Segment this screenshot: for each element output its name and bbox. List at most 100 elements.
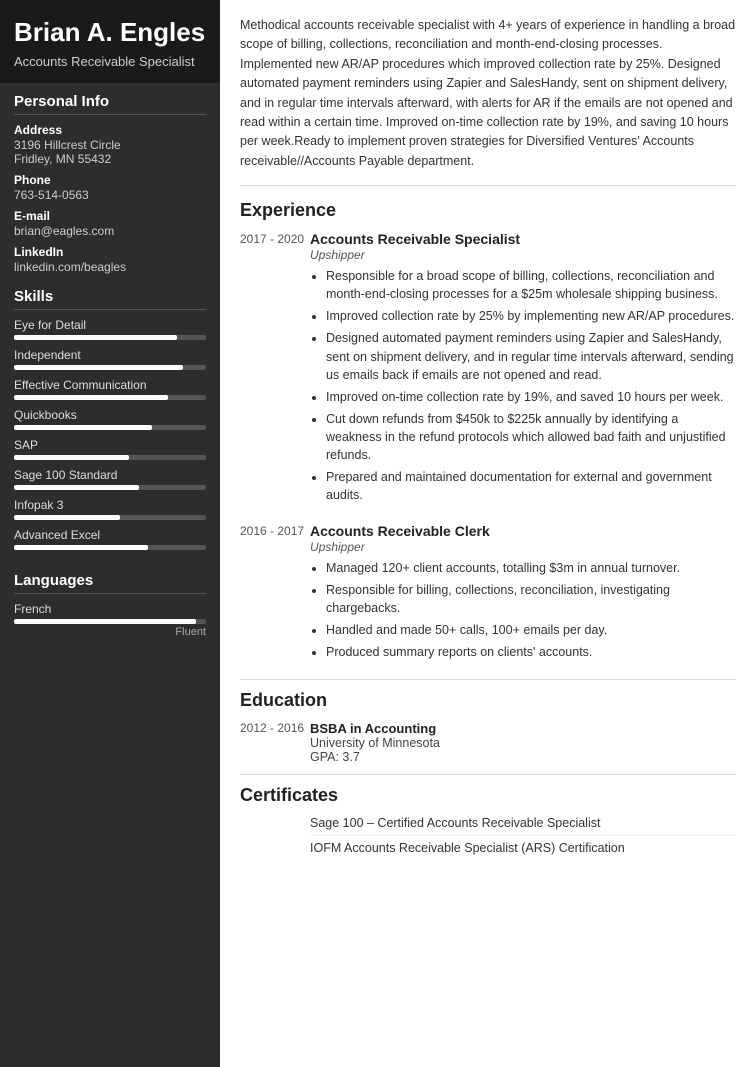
skill-bar-bg	[14, 515, 206, 520]
job-company: Upshipper	[310, 248, 736, 262]
linkedin-value: linkedin.com/beagles	[14, 260, 206, 274]
skill-name: Effective Communication	[14, 378, 206, 392]
job-bullets: Responsible for a broad scope of billing…	[310, 267, 736, 505]
skill-bar-fill	[14, 545, 148, 550]
edu-dates: 2012 - 2016	[240, 721, 310, 764]
bullet-item: Prepared and maintained documentation fo…	[326, 468, 736, 504]
skill-bar-fill	[14, 485, 139, 490]
bullet-item: Managed 120+ client accounts, totalling …	[326, 559, 736, 577]
languages-section: Languages French Fluent	[0, 562, 220, 646]
edu-divider	[240, 679, 736, 680]
bullet-item: Improved on-time collection rate by 19%,…	[326, 388, 736, 406]
address-label: Address	[14, 123, 206, 137]
certificates-heading: Certificates	[240, 785, 736, 806]
cert-divider	[240, 774, 736, 775]
skill-bar-bg	[14, 395, 206, 400]
skill-bar-bg	[14, 545, 206, 550]
candidate-name: Brian A. Engles	[14, 18, 206, 48]
edu-content: BSBA in Accounting University of Minneso…	[310, 721, 736, 764]
skill-name: Eye for Detail	[14, 318, 206, 332]
skill-item: Eye for Detail	[14, 318, 206, 340]
skills-section: Skills Eye for Detail Independent Effect…	[0, 278, 220, 562]
education-list: 2012 - 2016 BSBA in Accounting Universit…	[240, 721, 736, 764]
language-bar-fill	[14, 619, 196, 624]
skill-bar-fill	[14, 455, 129, 460]
personal-info-section: Personal Info Address 3196 Hillcrest Cir…	[0, 83, 220, 278]
main-content: Methodical accounts receivable specialis…	[220, 0, 756, 1067]
skill-item: Quickbooks	[14, 408, 206, 430]
resume-container: Brian A. Engles Accounts Receivable Spec…	[0, 0, 756, 1067]
skills-list: Eye for Detail Independent Effective Com…	[14, 318, 206, 550]
language-name: French	[14, 602, 206, 616]
certificate-item: Sage 100 – Certified Accounts Receivable…	[310, 816, 736, 836]
job-item: 2017 - 2020 Accounts Receivable Speciali…	[240, 231, 736, 509]
job-bullets: Managed 120+ client accounts, totalling …	[310, 559, 736, 662]
skill-bar-fill	[14, 515, 120, 520]
sidebar: Brian A. Engles Accounts Receivable Spec…	[0, 0, 220, 1067]
skill-item: SAP	[14, 438, 206, 460]
bullet-item: Handled and made 50+ calls, 100+ emails …	[326, 621, 736, 639]
job-title: Accounts Receivable Clerk	[310, 523, 736, 539]
skill-item: Independent	[14, 348, 206, 370]
skills-heading: Skills	[14, 288, 206, 310]
certificates-list: Sage 100 – Certified Accounts Receivable…	[240, 816, 736, 860]
skill-bar-bg	[14, 365, 206, 370]
jobs-list: 2017 - 2020 Accounts Receivable Speciali…	[240, 231, 736, 665]
bullet-item: Responsible for a broad scope of billing…	[326, 267, 736, 303]
skill-name: Quickbooks	[14, 408, 206, 422]
bullet-item: Designed automated payment reminders usi…	[326, 329, 736, 383]
skill-bar-fill	[14, 365, 183, 370]
job-content: Accounts Receivable Specialist Upshipper…	[310, 231, 736, 509]
education-section: Education 2012 - 2016 BSBA in Accounting…	[240, 690, 736, 764]
skill-name: SAP	[14, 438, 206, 452]
job-title: Accounts Receivable Specialist	[310, 231, 736, 247]
certificates-section: Certificates Sage 100 – Certified Accoun…	[240, 785, 736, 860]
skill-name: Sage 100 Standard	[14, 468, 206, 482]
experience-heading: Experience	[240, 200, 736, 221]
skill-name: Infopak 3	[14, 498, 206, 512]
bullet-item: Cut down refunds from $450k to $225k ann…	[326, 410, 736, 464]
summary-text: Methodical accounts receivable specialis…	[240, 16, 736, 186]
candidate-title: Accounts Receivable Specialist	[14, 54, 206, 69]
skill-item: Infopak 3	[14, 498, 206, 520]
email-value: brian@eagles.com	[14, 224, 206, 238]
job-dates: 2016 - 2017	[240, 523, 310, 666]
job-item: 2016 - 2017 Accounts Receivable Clerk Up…	[240, 523, 736, 666]
language-level: Fluent	[14, 626, 206, 638]
linkedin-label: LinkedIn	[14, 245, 206, 259]
edu-school: University of Minnesota	[310, 736, 736, 750]
skill-bar-bg	[14, 455, 206, 460]
email-label: E-mail	[14, 209, 206, 223]
education-item: 2012 - 2016 BSBA in Accounting Universit…	[240, 721, 736, 764]
job-company: Upshipper	[310, 540, 736, 554]
experience-section: Experience 2017 - 2020 Accounts Receivab…	[240, 200, 736, 665]
skill-item: Advanced Excel	[14, 528, 206, 550]
bullet-item: Improved collection rate by 25% by imple…	[326, 307, 736, 325]
edu-degree: BSBA in Accounting	[310, 721, 736, 736]
skill-bar-bg	[14, 335, 206, 340]
skill-item: Effective Communication	[14, 378, 206, 400]
phone-label: Phone	[14, 173, 206, 187]
job-dates: 2017 - 2020	[240, 231, 310, 509]
phone-value: 763-514-0563	[14, 188, 206, 202]
language-bar-bg	[14, 619, 206, 624]
bullet-item: Responsible for billing, collections, re…	[326, 581, 736, 617]
skill-item: Sage 100 Standard	[14, 468, 206, 490]
skill-name: Advanced Excel	[14, 528, 206, 542]
job-content: Accounts Receivable Clerk Upshipper Mana…	[310, 523, 736, 666]
edu-gpa: GPA: 3.7	[310, 750, 736, 764]
languages-list: French Fluent	[14, 602, 206, 638]
sidebar-header: Brian A. Engles Accounts Receivable Spec…	[0, 0, 220, 83]
personal-info-heading: Personal Info	[14, 93, 206, 115]
bullet-item: Produced summary reports on clients' acc…	[326, 643, 736, 661]
skill-name: Independent	[14, 348, 206, 362]
skill-bar-fill	[14, 395, 168, 400]
skill-bar-fill	[14, 425, 152, 430]
skill-bar-fill	[14, 335, 177, 340]
skill-bar-bg	[14, 425, 206, 430]
languages-heading: Languages	[14, 572, 206, 594]
certificate-item: IOFM Accounts Receivable Specialist (ARS…	[310, 841, 736, 860]
address-value: 3196 Hillcrest CircleFridley, MN 55432	[14, 138, 206, 166]
education-heading: Education	[240, 690, 736, 711]
language-item: French Fluent	[14, 602, 206, 638]
